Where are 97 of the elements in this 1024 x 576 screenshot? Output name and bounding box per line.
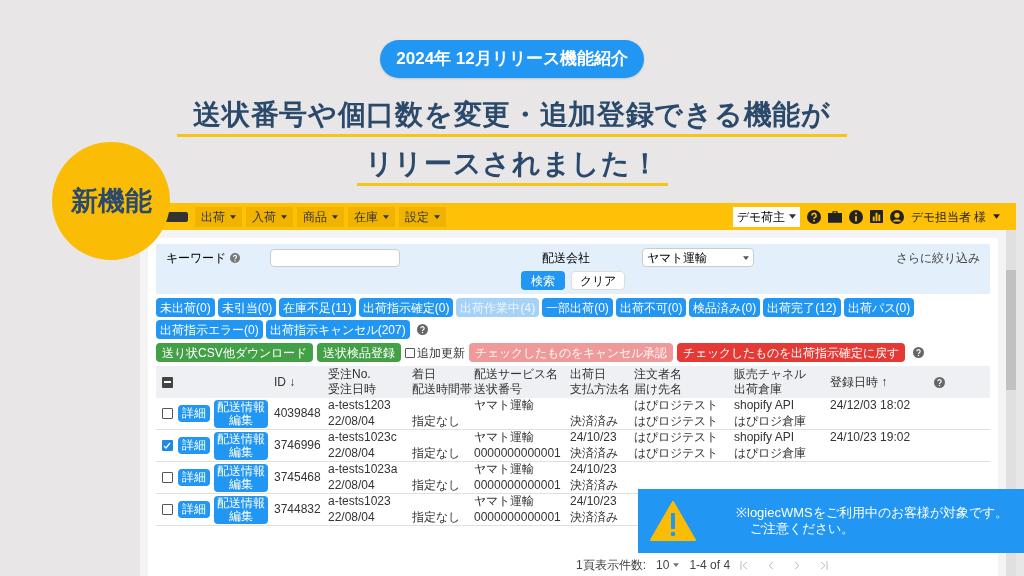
help-icon[interactable] [934, 376, 945, 388]
table-cell: 24/12/03 18:02 [830, 399, 911, 412]
column-header[interactable]: 届け先名 [634, 383, 682, 396]
table-cell: 指定なし [412, 415, 460, 428]
table-cell: 24/10/23 [570, 463, 617, 476]
help-icon[interactable] [912, 347, 924, 358]
table-cell: a-tests1203 [328, 399, 391, 412]
warning-icon [650, 501, 696, 541]
caret-icon [434, 214, 440, 219]
table-cell: はぴロジテスト [634, 415, 718, 428]
table-cell: 24/10/23 19:02 [830, 431, 911, 444]
column-header[interactable]: 送状番号 [474, 383, 522, 396]
table-cell: 0000000000001 [474, 447, 561, 460]
page-range: 1-4 of 4 [689, 557, 731, 574]
table-cell: ヤマト運輸 [474, 399, 534, 412]
table-cell: 24/10/23 [570, 431, 617, 444]
user-name[interactable]: デモ担当者 様 [910, 207, 986, 226]
keyword-input[interactable] [270, 248, 400, 267]
row-checkbox[interactable] [161, 504, 173, 515]
release-pill: 2024年 12月リリース機能紹介 [380, 40, 644, 78]
table-cell: a-tests1023a [328, 463, 398, 476]
carrier-select[interactable]: ヤマト運輸 [642, 248, 754, 267]
column-header[interactable]: 配送サービス名 [474, 368, 558, 381]
caret-icon [673, 563, 680, 567]
table-cell: はぴロジテスト [634, 431, 718, 444]
info-icon[interactable] [848, 209, 863, 224]
column-header[interactable]: 受注No. [328, 368, 371, 381]
briefcase-icon[interactable] [827, 210, 842, 223]
table-cell: 決済済み [570, 511, 618, 524]
nav-menu[interactable]: 商品 [297, 206, 344, 227]
table-cell: ヤマト運輸 [474, 463, 534, 476]
user-icon[interactable] [889, 209, 904, 224]
table-cell: 決済済み [570, 447, 618, 460]
table-cell: shopify API [734, 399, 795, 412]
add-update-checkbox[interactable]: 追加更新 [404, 343, 465, 362]
help-icon[interactable] [806, 209, 821, 224]
column-header[interactable]: 登録日時 ↑ [830, 375, 888, 389]
caret-icon [281, 214, 287, 219]
column-header[interactable]: 出荷日 [570, 368, 606, 381]
table-cell: 決済済み [570, 479, 618, 492]
column-header[interactable]: 着日 [412, 368, 436, 381]
table-cell: 24/10/23 [570, 495, 617, 508]
column-header[interactable]: ID ↓ [274, 375, 296, 389]
nav-menu[interactable]: 在庫 [348, 206, 395, 227]
column-header[interactable]: 注文者名 [634, 368, 682, 381]
table-cell: 3744832 [274, 503, 321, 516]
table-cell: 指定なし [412, 479, 460, 492]
more-filters-link[interactable]: さらに絞り込み [896, 248, 980, 267]
table-cell: 22/08/04 [328, 447, 375, 460]
caret-icon [788, 214, 796, 219]
table-cell: 22/08/04 [328, 511, 375, 524]
shipper-select[interactable]: デモ荷主 [732, 206, 800, 227]
table-cell: 3745468 [274, 471, 321, 484]
table-cell: 3746996 [274, 439, 321, 452]
table-cell: 指定なし [412, 511, 460, 524]
table-cell: 22/08/04 [328, 415, 375, 428]
column-header[interactable]: 販売チャネル [734, 368, 806, 381]
caret-icon[interactable] [993, 214, 1000, 219]
table-cell: ヤマト運輸 [474, 431, 534, 444]
headline: 送状番号や個口数を変更・追加登録できる機能が [177, 97, 847, 137]
row-checkbox[interactable] [161, 440, 173, 451]
row-checkbox[interactable] [161, 408, 173, 419]
select-all-checkbox[interactable] [161, 376, 173, 388]
per-page-label: 1頁表示件数: [576, 557, 646, 574]
table-cell: 4039848 [274, 407, 321, 420]
nav-menu[interactable]: 入荷 [246, 206, 293, 227]
caret-icon [230, 214, 236, 219]
table-cell: a-tests1023 [328, 495, 391, 508]
headline: リリースされました！ [356, 146, 668, 186]
field-label: 配送会社 [542, 249, 591, 267]
table-cell: 指定なし [412, 447, 460, 460]
table-cell: はぴロジ倉庫 [734, 447, 806, 460]
action-button[interactable]: チェックしたものを出荷指示確定に戻す [676, 343, 905, 362]
clear-button[interactable]: クリア [571, 271, 625, 290]
help-icon[interactable] [416, 324, 428, 335]
nav-menu[interactable]: 出荷 [195, 206, 242, 227]
table-cell: shopify API [734, 431, 795, 444]
table-cell: 0000000000001 [474, 511, 561, 524]
bar-chart-icon[interactable] [869, 210, 883, 223]
table-cell: 0000000000001 [474, 479, 561, 492]
nav-menu[interactable]: 設定 [399, 206, 446, 227]
per-page-select[interactable]: 10 [656, 556, 680, 574]
table-cell: a-tests1023c [328, 431, 397, 444]
table-cell: ヤマト運輸 [474, 495, 534, 508]
table-cell: 22/08/04 [328, 479, 375, 492]
table-cell: はぴロジ倉庫 [734, 415, 806, 428]
column-header[interactable]: 出荷倉庫 [734, 383, 782, 396]
table-cell: はぴロジテスト [634, 399, 718, 412]
caret-icon [743, 255, 749, 260]
row-checkbox[interactable] [161, 472, 173, 483]
table-cell: 決済済み [570, 415, 618, 428]
column-header[interactable]: 配送時間帯 [412, 383, 472, 396]
caret-icon [332, 214, 338, 219]
caret-icon [383, 214, 389, 219]
column-header[interactable]: 受注日時 [328, 383, 376, 396]
table-cell: はぴロジテスト [634, 447, 718, 460]
column-header[interactable]: 支払方法名 [570, 383, 630, 396]
